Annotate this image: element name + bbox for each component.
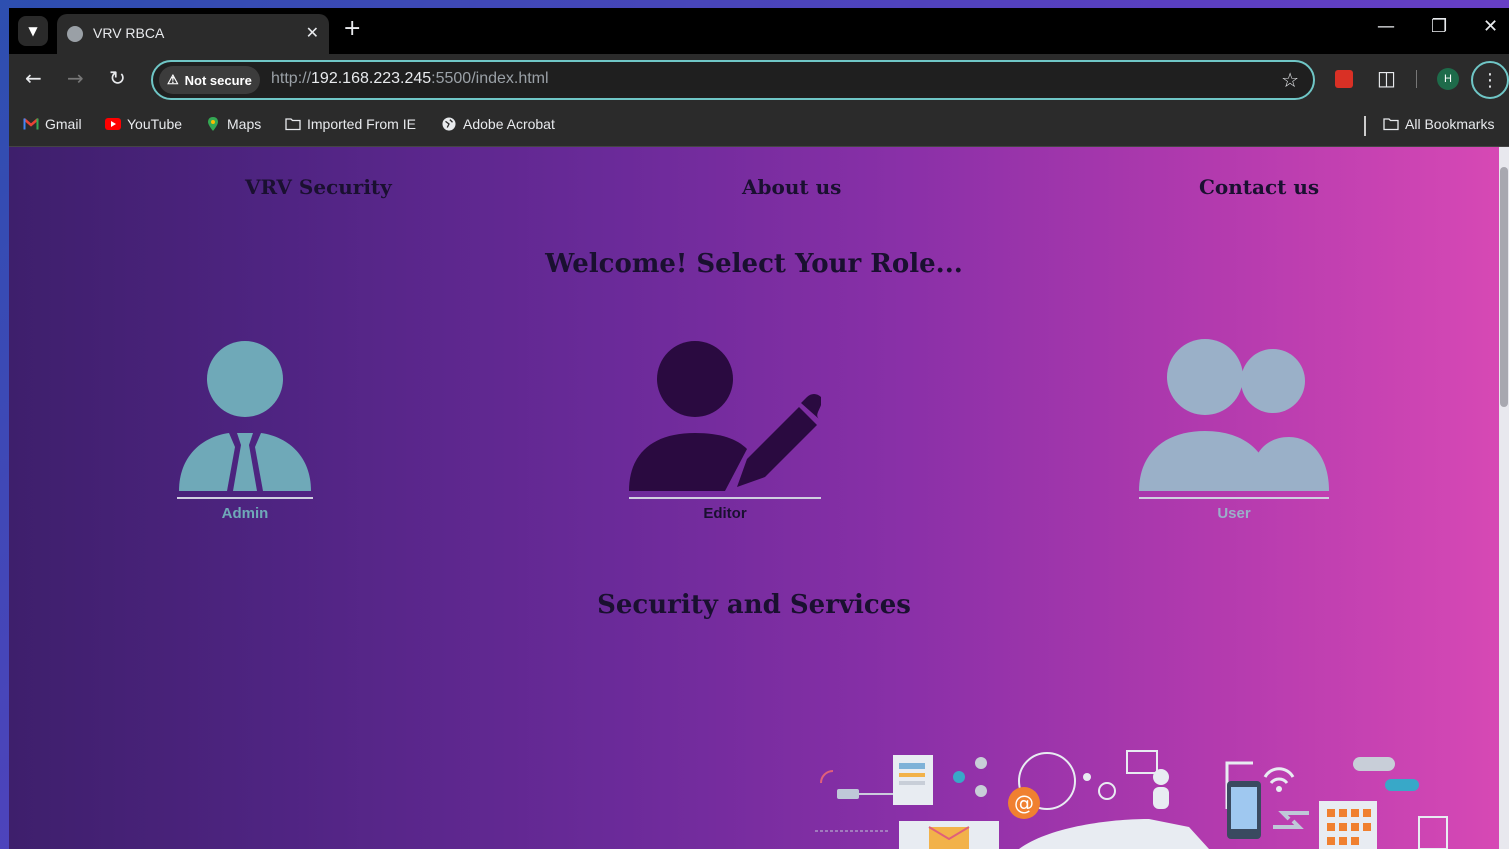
browser-window: ▼ VRV RBCA ✕ + — ❐ ✕ ← → ↻ ⚠ Not secure … <box>9 8 1509 849</box>
role-admin[interactable]: Admin <box>177 337 313 522</box>
admin-label: Admin <box>221 505 269 522</box>
scrollbar-thumb[interactable] <box>1500 167 1508 407</box>
editor-label: Editor <box>703 505 747 522</box>
page-content: VRV Security About us Contact us Welcome… <box>9 147 1509 849</box>
toolbar-divider <box>1416 70 1417 88</box>
restore-button[interactable]: ❐ <box>1431 16 1447 37</box>
browser-menu-button[interactable]: ⋮ <box>1471 61 1509 99</box>
reload-button[interactable]: ↻ <box>109 68 126 88</box>
window-close-button[interactable]: ✕ <box>1483 16 1498 37</box>
toolbar: ← → ↻ ⚠ Not secure http://192.168.223.24… <box>9 54 1509 104</box>
network-illustration: @ <box>815 750 1448 849</box>
user-label: User <box>1217 505 1251 522</box>
tab-strip: ▼ VRV RBCA ✕ + — ❐ ✕ <box>9 8 1509 54</box>
profile-avatar[interactable]: H <box>1437 68 1459 90</box>
active-tab[interactable]: VRV RBCA ✕ <box>57 14 329 54</box>
address-bar[interactable]: ⚠ Not secure http://192.168.223.245:5500… <box>151 60 1315 100</box>
tab-title: VRV RBCA <box>93 25 165 41</box>
security-chip[interactable]: ⚠ Not secure <box>159 66 260 94</box>
welcome-heading: Welcome! Select Your Role... <box>545 249 963 279</box>
globe-icon <box>442 117 456 131</box>
extensions-puzzle-icon[interactable]: ◫ <box>1377 66 1396 90</box>
bookmarks-bar: Gmail YouTube Maps Imported From IE Adob… <box>9 104 1509 147</box>
services-heading: Security and Services <box>597 590 911 620</box>
folder-icon <box>1383 118 1399 131</box>
new-tab-button[interactable]: + <box>343 18 361 40</box>
globe-icon <box>67 26 83 42</box>
role-user[interactable]: User <box>1139 337 1329 522</box>
svg-text:@: @ <box>1014 791 1034 815</box>
admin-icon <box>179 341 311 491</box>
user-underline <box>1139 497 1329 499</box>
close-icon[interactable]: ✕ <box>306 23 319 42</box>
tab-search-button[interactable]: ▼ <box>18 16 48 46</box>
url-host: 192.168.223.245 <box>311 70 432 87</box>
folder-icon <box>285 118 301 131</box>
minimize-button[interactable]: — <box>1377 16 1395 37</box>
bookmark-youtube[interactable]: YouTube <box>105 116 182 132</box>
bookmarks-divider <box>1364 116 1366 136</box>
url-prefix: http:// <box>271 70 312 87</box>
all-bookmarks-button[interactable]: All Bookmarks <box>1383 116 1494 132</box>
bookmark-gmail[interactable]: Gmail <box>23 116 82 132</box>
page-scrollbar[interactable] <box>1499 147 1509 849</box>
bookmark-maps[interactable]: Maps <box>205 116 261 132</box>
nav-link-vrv-security[interactable]: VRV Security <box>245 175 392 199</box>
forward-button[interactable]: → <box>67 68 84 88</box>
back-button[interactable]: ← <box>25 68 42 88</box>
url-suffix: :5500/index.html <box>431 70 549 87</box>
security-label: Not secure <box>184 72 252 88</box>
editor-icon <box>629 341 821 491</box>
bookmark-star-icon[interactable]: ☆ <box>1281 68 1299 92</box>
youtube-icon <box>105 118 121 130</box>
maps-pin-icon <box>208 117 218 131</box>
bookmark-imported-folder[interactable]: Imported From IE <box>285 116 416 132</box>
chevron-down-icon: ▼ <box>28 24 38 38</box>
editor-underline <box>629 497 821 499</box>
extension-icon[interactable] <box>1335 70 1353 88</box>
admin-underline <box>177 497 313 499</box>
url-text[interactable]: http://192.168.223.245:5500/index.html <box>271 70 549 88</box>
nav-link-about-us[interactable]: About us <box>742 175 841 199</box>
warning-icon: ⚠ <box>167 72 179 87</box>
users-group-icon <box>1139 339 1329 491</box>
bookmark-adobe-acrobat[interactable]: Adobe Acrobat <box>441 116 555 132</box>
role-editor[interactable]: Editor <box>629 337 821 522</box>
gmail-icon <box>23 118 39 130</box>
nav-link-contact-us[interactable]: Contact us <box>1199 175 1319 199</box>
